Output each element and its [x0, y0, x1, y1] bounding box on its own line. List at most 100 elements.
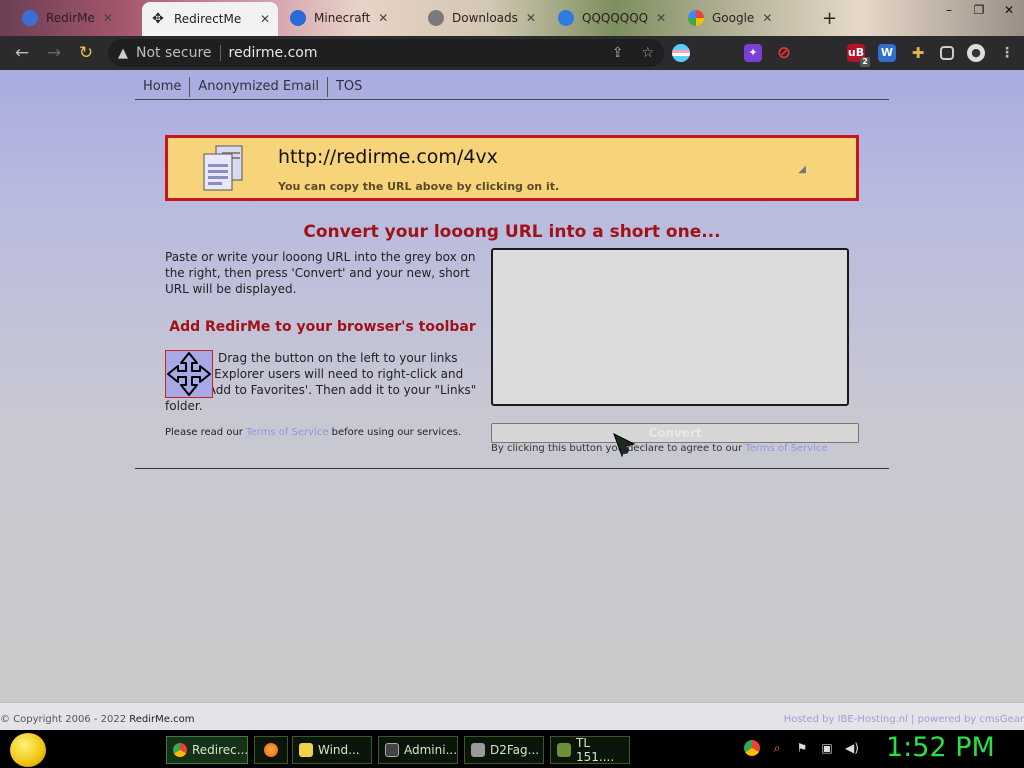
taskbar: Redirec... Wind... Admini... D2Fag... TL… [0, 730, 1024, 768]
warning-icon: ▲ [118, 45, 128, 61]
tab-redirme[interactable]: RedirMe ✕ [14, 4, 121, 32]
tab-minecraft[interactable]: Minecraft ✕ [282, 4, 396, 32]
tab-downloads[interactable]: Downloads ✕ [420, 4, 544, 32]
task-label: D2Fag... [490, 743, 540, 757]
nav-home[interactable]: Home [135, 77, 189, 97]
tab-redirectme[interactable]: ✥ RedirectMe ✕ [142, 2, 278, 36]
taskbar-item-tl[interactable]: TL 151.... [550, 736, 630, 764]
short-url-text[interactable]: http://redirme.com/4vx [278, 146, 498, 168]
terms-link[interactable]: Terms of Service [246, 427, 328, 438]
chrome-icon [173, 743, 187, 757]
agree-terms-link[interactable]: Terms of Service [745, 443, 827, 454]
tab-strip: RedirMe ✕ ✥ RedirectMe ✕ Minecraft ✕ Dow… [0, 0, 1024, 36]
puzzle-icon[interactable]: ✚ [909, 44, 927, 62]
move-icon [167, 352, 211, 396]
taskbar-item-admin[interactable]: Admini... [378, 736, 458, 764]
minecraft-icon [557, 743, 571, 757]
browser-toolbar: ← → ↻ ▲ Not secure redirme.com ⇪ ☆ ✦ ⊘ u… [0, 36, 1024, 70]
firefox-icon [264, 743, 278, 757]
badge-count: 2 [860, 57, 870, 67]
copy-hint: You can copy the URL above by clicking o… [278, 180, 560, 193]
new-tab-button[interactable]: + [814, 4, 845, 32]
address-bar[interactable]: ▲ Not secure redirme.com ⇪ ☆ [108, 39, 664, 67]
close-icon[interactable]: ✕ [378, 11, 388, 25]
task-label: Wind... [318, 743, 360, 757]
folder-icon [299, 743, 313, 757]
taskbar-item-d2fag[interactable]: D2Fag... [464, 736, 544, 764]
start-button[interactable] [10, 733, 46, 767]
toolbar-heading: Add RedirMe to your browser's toolbar [169, 319, 476, 335]
omnibox-actions: ⇪ ☆ [612, 45, 654, 61]
tab-label: RedirectMe [174, 12, 242, 26]
close-icon[interactable]: ✕ [656, 11, 666, 25]
agree-note: By clicking this button you declare to a… [491, 443, 828, 454]
translate-icon[interactable]: W [878, 44, 896, 62]
profile-icon[interactable]: ● [967, 44, 985, 62]
hosted-by-link[interactable]: Hosted by IBE-Hosting.nl | powered by cm… [784, 714, 1024, 725]
taskbar-item-firefox[interactable] [254, 736, 288, 764]
copyright-prefix: © Copyright 2006 - 2022 [0, 714, 130, 725]
bookmarklet-button[interactable] [165, 350, 213, 398]
tab-google[interactable]: Google ✕ [680, 4, 780, 32]
forward-icon[interactable]: → [38, 37, 70, 69]
bookmark-star-icon[interactable]: ☆ [641, 45, 654, 61]
back-icon[interactable]: ← [6, 37, 38, 69]
taskbar-item-windows[interactable]: Wind... [292, 736, 372, 764]
convert-button[interactable]: Convert [491, 423, 859, 443]
tab-qqq[interactable]: QQQQQQQ ✕ [550, 4, 674, 32]
minimize-icon[interactable]: – [934, 0, 964, 20]
new-tab-label: + [822, 7, 838, 29]
close-icon[interactable]: ✕ [762, 11, 772, 25]
chrome-tray-icon[interactable] [744, 740, 760, 756]
window-controls: – ❐ ✕ [934, 0, 1024, 20]
image-icon [471, 743, 485, 757]
flag-extension-icon[interactable] [672, 44, 690, 62]
reload-icon[interactable]: ↻ [70, 37, 102, 69]
taskbar-clock[interactable]: 1:52 PM [886, 732, 995, 763]
tab-label: Downloads [452, 11, 518, 25]
tab-label: RedirMe [46, 11, 95, 25]
volume-icon[interactable]: ◀) [844, 740, 860, 756]
google-icon [688, 10, 704, 26]
move-icon: ✥ [152, 11, 164, 27]
network-icon[interactable]: ▣ [819, 740, 835, 756]
close-icon[interactable]: ✕ [103, 11, 113, 25]
site-footer: © Copyright 2006 - 2022 RedirMe.com Host… [0, 702, 1024, 730]
download-icon [428, 10, 444, 26]
globe-icon [290, 10, 306, 26]
nav-anonymized-email[interactable]: Anonymized Email [189, 76, 327, 97]
ublock-icon[interactable]: uB 2 [847, 44, 870, 67]
security-label: Not secure [136, 45, 212, 61]
search-icon[interactable]: ⌕ [769, 740, 785, 756]
extension-icons: ✦ ⊘ uB 2 W ✚ ● ⋮ [672, 40, 1016, 67]
tab-label: Minecraft [314, 11, 371, 25]
menu-icon[interactable]: ⋮ [998, 44, 1016, 62]
nav-tos[interactable]: TOS [326, 76, 370, 97]
taskbar-item-chrome[interactable]: Redirec... [166, 736, 248, 764]
close-window-icon[interactable]: ✕ [994, 0, 1024, 20]
terms-suffix: before using our services. [328, 427, 462, 438]
url-text[interactable]: redirme.com [229, 45, 318, 61]
sidepanel-icon[interactable] [940, 46, 954, 60]
close-icon[interactable]: ✕ [260, 12, 270, 26]
tab-label: Google [712, 11, 755, 25]
resize-grip-icon[interactable]: ◢ [798, 164, 806, 175]
terminal-icon [385, 743, 399, 757]
mouse-cursor-icon [613, 432, 636, 458]
short-url-box[interactable]: http://redirme.com/4vx You can copy the … [165, 135, 859, 201]
long-url-input[interactable] [491, 248, 849, 406]
page-content: Home Anonymized Email TOS http://redirme… [0, 70, 1024, 702]
extension-icon[interactable]: ✦ [744, 44, 762, 62]
divider [135, 468, 889, 469]
copy-icon [203, 145, 243, 191]
block-icon[interactable]: ⊘ [775, 44, 793, 62]
maximize-icon[interactable]: ❐ [964, 0, 994, 20]
task-label: TL 151.... [576, 736, 615, 764]
system-tray: ⌕ ⚑ ▣ ◀) [744, 740, 860, 756]
close-icon[interactable]: ✕ [526, 11, 536, 25]
globe-icon [22, 10, 38, 26]
copyright: © Copyright 2006 - 2022 RedirMe.com [0, 714, 194, 725]
flag-icon[interactable]: ⚑ [794, 740, 810, 756]
share-icon[interactable]: ⇪ [612, 45, 624, 61]
intro-text: Paste or write your looong URL into the … [165, 250, 476, 296]
